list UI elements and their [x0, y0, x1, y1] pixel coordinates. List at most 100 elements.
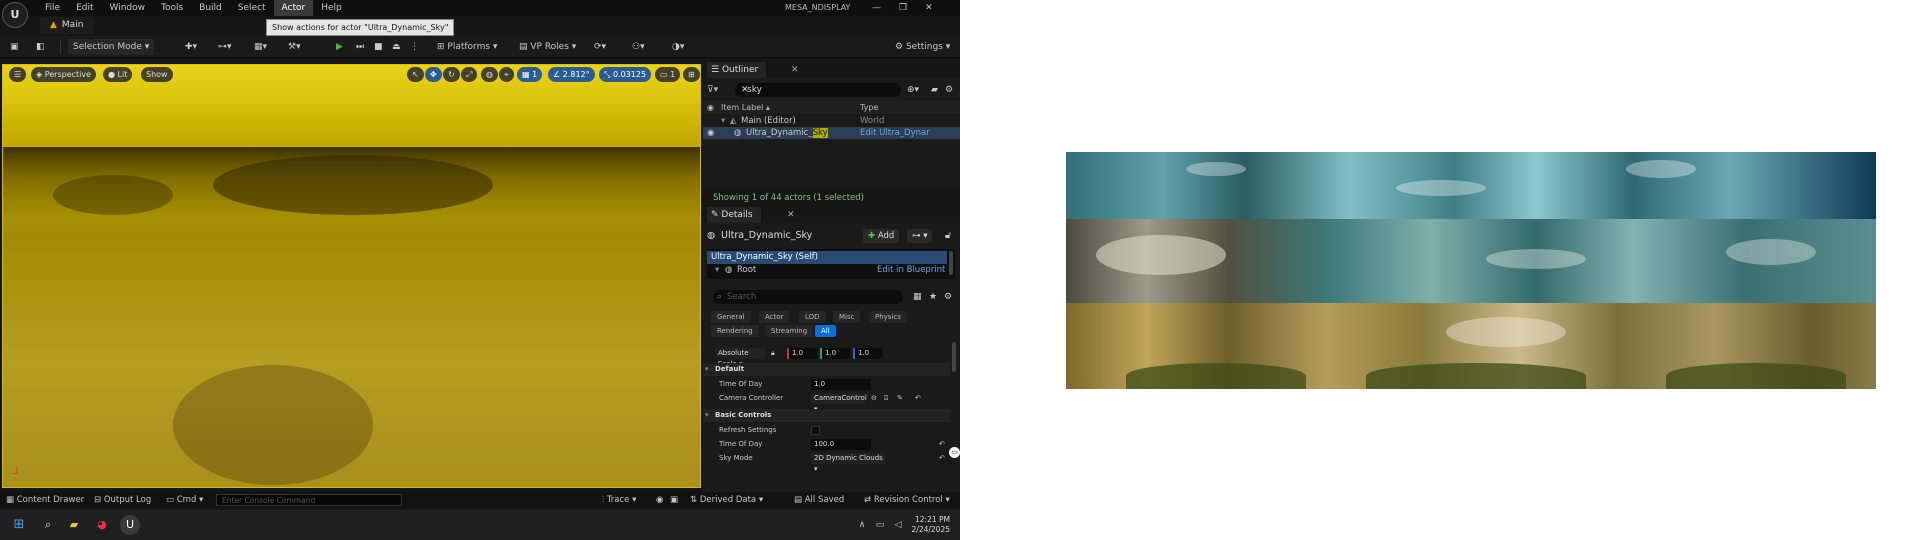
lock-icon[interactable]: 🔒︎ — [771, 346, 775, 360]
component-row-self[interactable]: Ultra_Dynamic_Sky (Self) — [707, 251, 947, 264]
all-saved-button[interactable]: ▤ All Saved — [794, 492, 844, 508]
scale-y-field[interactable]: 1.0 — [820, 348, 850, 359]
component-row-root[interactable]: ▾ ◍ Root Edit in Blueprint — [707, 264, 947, 277]
rotation-snap-button[interactable]: ∠ 2.812° — [548, 67, 595, 82]
maximize-icon[interactable]: ❐ — [899, 0, 907, 16]
filter-rendering[interactable]: Rendering — [711, 325, 759, 337]
new-folder-icon[interactable]: ▰ — [931, 83, 938, 97]
time-of-day-2-field[interactable]: 100.0 — [811, 439, 871, 450]
absolute-scale-dropdown[interactable]: Absolute Scale ▾ — [715, 348, 765, 368]
perspective-button[interactable]: ◈ Perspective — [31, 67, 97, 82]
column-type[interactable]: Type — [860, 101, 878, 114]
close-icon[interactable]: ✕ — [787, 207, 795, 223]
column-item-label[interactable]: Item Label ▴ — [721, 101, 770, 114]
sky-mode-dropdown[interactable]: 2D Dynamic Clouds ▾ — [811, 453, 885, 473]
visibility-icon[interactable]: ◉ — [707, 127, 714, 139]
settings-dropdown[interactable]: ⚙ Settings ▾ — [890, 39, 955, 55]
camera-controller-dropdown[interactable]: CameraControl ▾ — [811, 393, 867, 413]
expand-arrow-icon[interactable]: ▾ — [715, 264, 719, 277]
content-browser-icon[interactable]: ◧ — [36, 39, 45, 55]
filter-physics[interactable]: Physics — [869, 311, 907, 323]
edit-blueprint-link[interactable]: Edit Ultra_Dynar — [860, 127, 930, 139]
selection-mode-dropdown[interactable]: Selection Mode ▾ — [68, 39, 155, 55]
view-options-icon[interactable]: ⊕▾ — [907, 83, 919, 97]
filter-misc[interactable]: Misc — [833, 311, 861, 323]
level-viewport[interactable]: ☰ ◈ Perspective ● Lit Show ↖ ✥ ↻ ⤢ ◍ ⌖ ▦… — [2, 64, 701, 488]
tab-details[interactable]: ✎ Details — [707, 207, 761, 223]
menu-window[interactable]: Window — [102, 0, 154, 16]
components-scrollbar[interactable] — [949, 251, 953, 275]
scale-tool-icon[interactable]: ⤢ — [461, 67, 478, 82]
reset-icon[interactable]: ↶ — [939, 451, 945, 465]
scale-x-field[interactable]: 1.0 — [787, 348, 817, 359]
unreal-logo-icon[interactable]: U — [2, 2, 28, 28]
filter-lod[interactable]: LOD — [799, 311, 826, 323]
expand-arrow-icon[interactable]: ▾ — [721, 115, 725, 127]
filter-general[interactable]: General — [711, 311, 751, 323]
time-of-day-field[interactable]: 1.0 — [811, 379, 871, 390]
reset-icon[interactable]: ↶ — [915, 391, 921, 405]
console-input[interactable]: Enter Console Command — [216, 494, 402, 506]
multi-user-icon[interactable]: ⚇▾ — [632, 39, 645, 55]
revision-control-dropdown[interactable]: ⇄ Revision Control ▾ — [864, 492, 950, 508]
menu-help[interactable]: Help — [313, 0, 350, 16]
filter-all[interactable]: All — [815, 325, 836, 337]
rotate-tool-icon[interactable]: ↻ — [443, 67, 460, 82]
screenshot-icon[interactable]: ▣ — [670, 492, 678, 508]
tab-outliner[interactable]: ☰ Outliner — [707, 62, 767, 78]
category-basic-controls[interactable]: ▾ Basic Controls — [703, 409, 950, 422]
windows-start-icon[interactable]: ⊞ — [9, 515, 29, 535]
select-tool-icon[interactable]: ↖ — [407, 67, 424, 82]
lit-button[interactable]: ● Lit — [103, 67, 133, 82]
tab-main[interactable]: ▲ Main — [40, 17, 94, 34]
scale-snap-button[interactable]: ⤡ 0.03125 — [599, 67, 652, 82]
step-icon[interactable]: ⏭ — [356, 39, 364, 55]
menu-edit[interactable]: Edit — [68, 0, 101, 16]
system-tray-chevron-icon[interactable]: ∧ — [852, 515, 872, 535]
close-icon[interactable]: ✕ — [791, 62, 799, 78]
trace-dropdown[interactable]: ⫶ Trace ▾ — [602, 492, 636, 508]
visibility-icon[interactable]: ◉ — [707, 101, 714, 114]
maximize-viewport-icon[interactable]: ⊞ — [683, 67, 700, 82]
gear-icon[interactable]: ⚙ — [944, 290, 952, 304]
play-options-icon[interactable]: ⋮ — [410, 39, 419, 55]
favorites-icon[interactable]: ★ — [929, 290, 937, 304]
menu-tools[interactable]: Tools — [153, 0, 191, 16]
add-actor-icon[interactable]: ✚▾ — [185, 39, 197, 55]
save-icon[interactable]: ▣ — [10, 39, 19, 55]
close-icon[interactable]: ✕ — [925, 0, 933, 16]
blueprint-options-button[interactable]: ⊶ ▾ — [907, 229, 933, 243]
browse-icon[interactable]: ⌼ — [884, 391, 888, 405]
cmd-dropdown[interactable]: ▭ Cmd ▾ — [166, 492, 203, 508]
details-scrollbar[interactable] — [952, 342, 956, 372]
menu-select[interactable]: Select — [230, 0, 274, 16]
cinematics-icon[interactable]: ▦▾ — [254, 39, 267, 55]
translate-tool-icon[interactable]: ✥ — [425, 67, 442, 82]
grid-snap-button[interactable]: ▦ 1 — [517, 67, 543, 82]
build-icon[interactable]: ⚒▾ — [288, 39, 301, 55]
outliner-row-ultra-dynamic-sky[interactable]: ◉ ◍ Ultra_Dynamic_Sky Edit Ultra_Dynar — [703, 127, 960, 139]
clear-search-icon[interactable]: ✕ — [741, 83, 749, 97]
surface-snap-icon[interactable]: ⌖ — [499, 67, 514, 82]
system-clock[interactable]: 12:21 PM 2/24/2025 — [880, 515, 950, 535]
minimize-icon[interactable]: — — [872, 0, 881, 16]
world-space-icon[interactable]: ◍ — [481, 67, 498, 82]
picker-icon[interactable]: ✎ — [897, 391, 903, 405]
menu-build[interactable]: Build — [191, 0, 230, 16]
reset-icon[interactable]: ↶ — [939, 437, 945, 451]
outliner-search-input[interactable]: sky — [735, 83, 901, 97]
eject-icon[interactable]: ⏏ — [392, 39, 401, 55]
outliner-row-world[interactable]: ▾ ◭ Main (Editor) World — [703, 115, 960, 127]
chat-icon[interactable]: ▭ — [949, 447, 960, 458]
play-icon[interactable]: ▶ — [336, 39, 343, 55]
details-search-input[interactable]: Search — [713, 290, 903, 304]
category-default[interactable]: ▾ Default — [703, 363, 950, 376]
output-log-button[interactable]: ⊟ Output Log — [94, 492, 151, 508]
add-component-button[interactable]: ✚ Add — [863, 229, 900, 243]
derived-data-dropdown[interactable]: ⇅ Derived Data ▾ — [690, 492, 763, 508]
camera-speed-button[interactable]: ▭ 1 — [655, 67, 681, 82]
record-icon[interactable]: ◉ — [656, 492, 663, 508]
virtual-production-icon[interactable]: ⟳▾ — [594, 39, 606, 55]
search-icon[interactable]: ⌕ — [38, 515, 58, 535]
property-matrix-icon[interactable]: ▦ — [913, 290, 922, 304]
